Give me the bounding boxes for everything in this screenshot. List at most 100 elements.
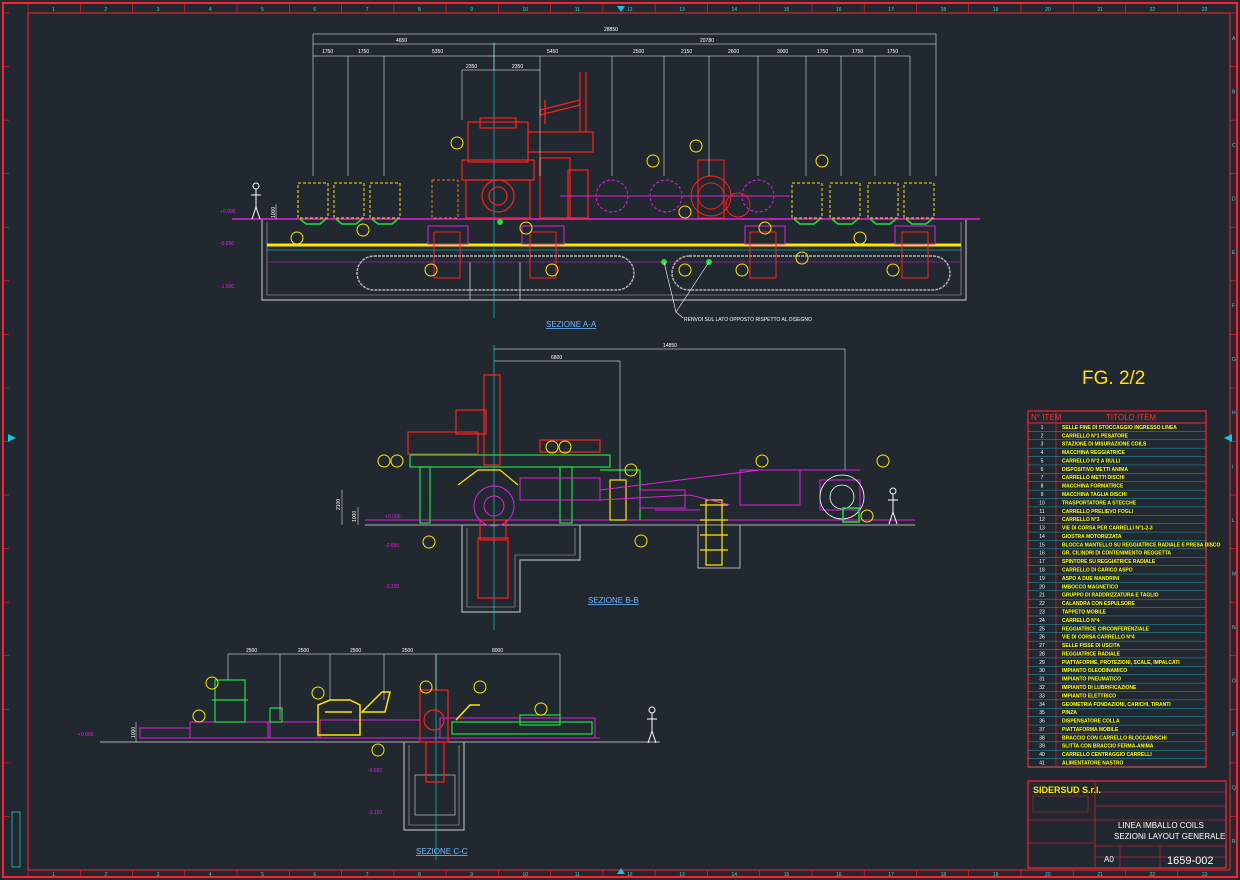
border-number: 21 (1097, 7, 1103, 13)
table-row-number: 10 (1039, 500, 1045, 506)
item-table-header-title: TITOLO ITEM (1106, 413, 1156, 422)
table-row-title: MACCHINA REGGIATRICE (1062, 450, 1125, 456)
table-row-title: PINZA (1062, 710, 1077, 716)
table-row-title: GRUPPO DI RADDRIZZATURA E TAGLIO (1062, 593, 1159, 599)
table-row-title: PIATTAFORMA MOBILE (1062, 727, 1119, 733)
level-c-1: -0.650 (368, 768, 382, 774)
border-letter: F (1232, 304, 1235, 310)
figure-label: FG. 2/2 (1082, 368, 1145, 389)
dim-b-overall: 14850 (663, 343, 677, 349)
table-row-number: 30 (1039, 668, 1045, 674)
border-number: 4 (209, 872, 212, 878)
inner-frame (27, 12, 1231, 871)
border-letter: O (1232, 679, 1236, 685)
table-row-title: CARRELLO CENTRAGGIO CARRELLI (1062, 752, 1152, 758)
table-row-title: CARRELLO N°4 (1062, 618, 1100, 624)
dim-c-4: 8000 (492, 648, 503, 654)
table-row-number: 20 (1039, 584, 1045, 590)
border-number: 7 (366, 7, 369, 13)
table-row-title: CARRELLO N°2 A RULLI (1062, 458, 1121, 464)
border-number: 19 (993, 872, 999, 878)
table-row-title: SLITTA CON BRACCIO FERMA-ANIMA (1062, 744, 1154, 750)
section-a-title: SEZIONE A-A (546, 320, 597, 329)
dim-b-height: 2100 (336, 499, 342, 510)
table-row-number: 16 (1039, 551, 1045, 557)
section-c-drawing (100, 653, 660, 860)
table-row-title: TRASPORTATORE A STECCHE (1062, 500, 1137, 506)
level-b-2: -3.150 (385, 584, 399, 590)
border-number: 2 (104, 872, 107, 878)
border-number: 1 (52, 872, 55, 878)
drawing-title-line1: LINEA IMBALLO COILS (1118, 821, 1204, 830)
table-row-title: DISPENSATORE COLLA (1062, 719, 1120, 725)
dim-a-row-4: 2500 (633, 49, 644, 55)
table-row-title: CARRELLO N°1 PESATORE (1062, 433, 1129, 439)
border-letter: R (1232, 839, 1236, 845)
table-row-title: SELLE FINE DI STOCCAGGIO INGRESSO LINEA (1062, 425, 1177, 431)
table-row-number: 37 (1039, 727, 1045, 733)
border-number: 14 (732, 872, 738, 878)
dim-a-overall: 28850 (604, 27, 618, 33)
border-number: 18 (941, 7, 947, 13)
table-row-title: STAZIONE DI MISURAZIONE COILS (1062, 442, 1147, 448)
level-c-0: +0.000 (78, 732, 94, 738)
table-row-title: IMPIANTO PNEUMATICO (1062, 677, 1121, 683)
table-row-title: GR. CILINDRI DI CONTENIMENTO REGGETTA (1062, 551, 1171, 557)
border-number: 17 (888, 7, 894, 13)
table-row-number: 27 (1039, 643, 1045, 649)
border-number: 21 (1097, 872, 1103, 878)
table-row-title: BLOCCA MANTELLO SU REGGIATRICE RADIALE E… (1062, 542, 1221, 548)
table-row-title: CARRELLO PRELIEVO FOGLI (1062, 509, 1134, 515)
table-row-number: 26 (1039, 635, 1045, 641)
table-row-number: 9 (1041, 492, 1044, 498)
table-row-number: 33 (1039, 693, 1045, 699)
table-row-number: 34 (1039, 702, 1045, 708)
section-c-title: SEZIONE C-C (416, 847, 468, 856)
border-letter: D (1232, 196, 1236, 202)
table-row-title: GEOMETRIA FONDAZIONI, CARICHI, TIRANTI (1062, 702, 1171, 708)
dim-a-right: 20780 (700, 38, 714, 44)
border-number: 17 (888, 872, 894, 878)
border-labels: 1122334455667788991010111112121313141415… (52, 7, 1236, 878)
drawing-format: A0 (1104, 855, 1114, 864)
table-row-title: REGGIATRICE CIRCONFERENZIALE (1062, 626, 1150, 632)
table-row-number: 13 (1039, 526, 1045, 532)
border-number: 22 (1150, 7, 1156, 13)
level-a-2: -1.500 (220, 284, 234, 290)
table-row-number: 17 (1039, 559, 1045, 565)
border-number: 2 (104, 7, 107, 13)
table-row-number: 35 (1039, 710, 1045, 716)
dim-b-depth: 1000 (352, 511, 358, 522)
dim-a-inner-1: 2350 (512, 64, 523, 70)
side-stamp (11, 811, 21, 868)
dim-c-3: 2500 (402, 648, 413, 654)
border-letter: B (1232, 89, 1236, 95)
border-letter: Q (1232, 786, 1236, 792)
border-letter: I (1232, 464, 1233, 470)
table-row-title: IMPIANTO OLEODINAMICO (1062, 668, 1127, 674)
table-row-number: 41 (1039, 761, 1045, 767)
table-row-number: 19 (1039, 576, 1045, 582)
border-letter: E (1232, 250, 1236, 256)
border-number: 5 (261, 872, 264, 878)
cad-drawing-canvas: 1122334455667788991010111112121313141415… (2, 2, 1238, 878)
table-row-title: TAPPETO MOBILE (1062, 609, 1107, 615)
table-row-title: CALANDRA CON ESPULSORE (1062, 601, 1136, 607)
drawing-number: 1659-002 (1167, 855, 1214, 867)
border-letter: C (1232, 143, 1236, 149)
border-number: 16 (836, 872, 842, 878)
table-row-number: 1 (1041, 425, 1044, 431)
dim-a-row-10: 1750 (887, 49, 898, 55)
section-a-note: RENVOI SUL LATO OPPOSTO RISPETTO AL DISE… (684, 317, 812, 323)
border-letter: N (1232, 625, 1236, 631)
table-row-number: 25 (1039, 626, 1045, 632)
table-row-number: 5 (1041, 458, 1044, 464)
table-row-title: MACCHINA TAGLIA DISCHI (1062, 492, 1127, 498)
dim-a-row-5: 2150 (681, 49, 692, 55)
border-letter: G (1232, 357, 1236, 363)
border-number: 8 (418, 872, 421, 878)
item-table-header-no: N° ITEM (1031, 413, 1062, 422)
border-number: 3 (157, 7, 160, 13)
drawing-title-line2: SEZIONI LAYOUT GENERALE (1114, 832, 1225, 841)
border-letter: L (1232, 518, 1235, 524)
